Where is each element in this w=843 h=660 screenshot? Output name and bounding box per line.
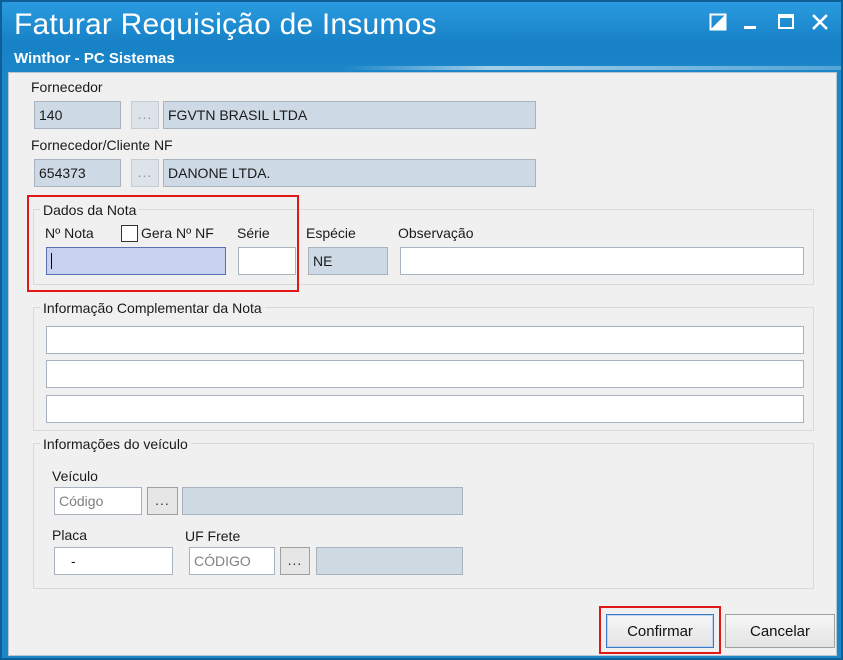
uf-frete-code-input[interactable]: CÓDIGO [189, 547, 275, 575]
veiculo-group-title: Informações do veículo [40, 436, 191, 452]
veiculo-code-input[interactable]: Código [54, 487, 142, 515]
uf-frete-label: UF Frete [185, 528, 241, 544]
info-complementar-line-2[interactable] [46, 360, 804, 388]
text-caret [51, 253, 52, 269]
placa-label: Placa [52, 527, 88, 543]
cancelar-button[interactable]: Cancelar [725, 614, 835, 648]
dados-nota-title: Dados da Nota [40, 202, 140, 218]
close-icon[interactable] [808, 10, 832, 34]
fornecedor-cliente-search-button[interactable]: ... [131, 159, 159, 187]
title-decoration [342, 66, 841, 70]
numero-nota-input[interactable] [46, 247, 226, 275]
fornecedor-name-field[interactable]: FGVTN BRASIL LTDA [163, 101, 536, 129]
restore-icon[interactable] [706, 10, 730, 34]
fornecedor-search-button[interactable]: ... [131, 101, 159, 129]
fornecedor-code-field[interactable]: 140 [34, 101, 121, 129]
dialog-window: Faturar Requisição de Insumos Winthor - … [0, 0, 843, 660]
fornecedor-cliente-nf-label: Fornecedor/Cliente NF [31, 137, 173, 153]
info-complementar-line-3[interactable] [46, 395, 804, 423]
observacao-input[interactable] [400, 247, 804, 275]
especie-field[interactable]: NE [308, 247, 388, 275]
observacao-label: Observação [398, 225, 474, 241]
gera-nf-checkbox[interactable] [121, 225, 138, 242]
dialog-client-area: Fornecedor 140 ... FGVTN BRASIL LTDA For… [8, 72, 837, 656]
uf-frete-description-field[interactable] [316, 547, 463, 575]
window-title: Faturar Requisição de Insumos [14, 8, 437, 41]
uf-frete-search-button[interactable]: ... [280, 547, 310, 575]
fornecedor-cliente-code-field[interactable]: 654373 [34, 159, 121, 187]
placa-input[interactable]: - [54, 547, 173, 575]
maximize-icon[interactable] [774, 10, 798, 34]
especie-label: Espécie [306, 225, 356, 241]
confirmar-button[interactable]: Confirmar [606, 614, 714, 648]
minimize-icon[interactable] [738, 10, 762, 34]
gera-nf-label: Gera Nº NF [141, 225, 214, 241]
info-complementar-line-1[interactable] [46, 326, 804, 354]
veiculo-description-field[interactable] [182, 487, 463, 515]
veiculo-search-button[interactable]: ... [147, 487, 178, 515]
fornecedor-cliente-name-field[interactable]: DANONE LTDA. [163, 159, 536, 187]
numero-nota-label: Nº Nota [45, 225, 94, 241]
fornecedor-label: Fornecedor [31, 79, 103, 95]
veiculo-label: Veículo [52, 468, 98, 484]
serie-input[interactable] [238, 247, 296, 275]
window-subtitle: Winthor - PC Sistemas [14, 50, 175, 67]
info-complementar-title: Informação Complementar da Nota [40, 300, 265, 316]
title-bar[interactable]: Faturar Requisição de Insumos Winthor - … [2, 2, 841, 70]
serie-label: Série [237, 225, 270, 241]
